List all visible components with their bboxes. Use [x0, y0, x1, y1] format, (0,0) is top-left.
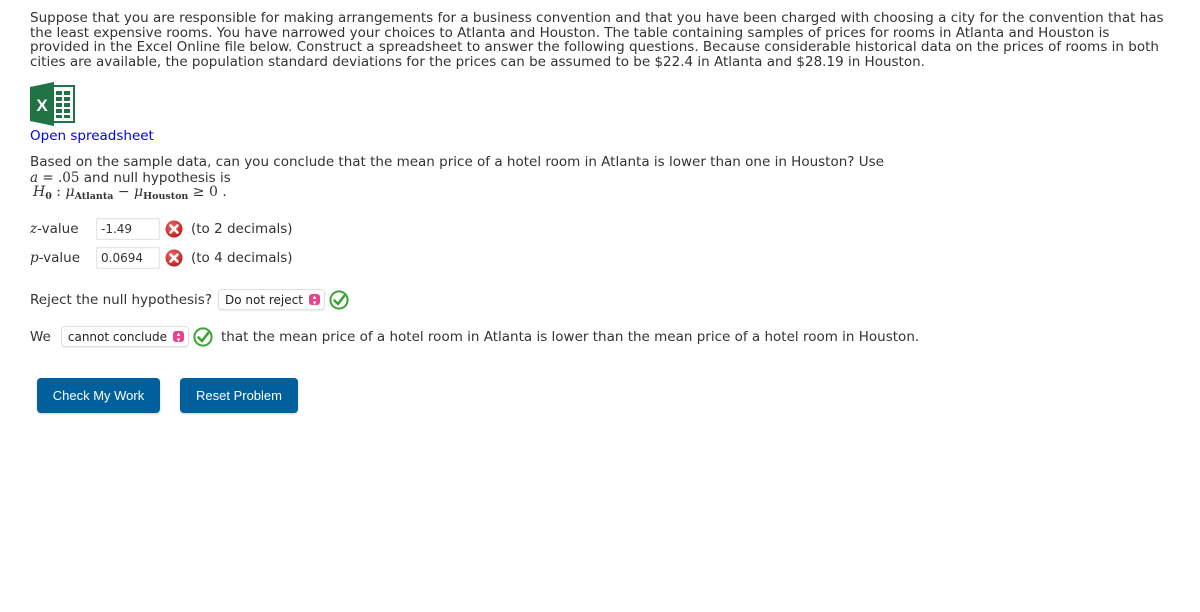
z-value-label: z-value — [30, 221, 79, 237]
reset-problem-button[interactable]: Reset Problem — [180, 378, 298, 413]
reject-prompt: Reject the null hypothesis? — [30, 291, 213, 308]
null-hypothesis: H0 : μAtlanta − μHouston ≥ 0 . — [33, 184, 227, 202]
incorrect-x-icon — [165, 249, 183, 267]
svg-text:X: X — [36, 96, 48, 115]
reject-row: Reject the null hypothesis? Do not rejec… — [30, 289, 357, 310]
conclusion-select-value: cannot conclude — [67, 329, 167, 344]
open-spreadsheet-link[interactable]: Open spreadsheet — [30, 128, 154, 144]
correct-check-icon — [193, 326, 213, 347]
check-my-work-button[interactable]: Check My Work — [37, 378, 160, 413]
updown-chevron-icon: ▴ ▾ — [172, 331, 184, 343]
z-value-row: z-value (to 2 decimals) — [30, 218, 293, 240]
correct-check-icon — [329, 289, 349, 310]
p-value-label: p-value — [30, 250, 81, 266]
z-value-hint: (to 2 decimals) — [191, 221, 293, 237]
conclusion-suffix: that the mean price of a hotel room in A… — [220, 328, 920, 345]
conclusion-select[interactable]: cannot conclude ▴ ▾ — [60, 326, 189, 347]
question-text: Based on the sample data, can you conclu… — [30, 154, 884, 170]
z-value-input[interactable] — [96, 218, 160, 240]
reject-select[interactable]: Do not reject ▴ ▾ — [218, 289, 325, 310]
problem-statement: Suppose that you are responsible for mak… — [30, 10, 1164, 70]
excel-icon[interactable]: X — [30, 82, 78, 126]
p-value-hint: (to 4 decimals) — [191, 250, 293, 266]
updown-chevron-icon: ▴ ▾ — [308, 294, 320, 306]
incorrect-x-icon — [165, 220, 183, 238]
conclusion-row: We cannot conclude ▴ ▾ that the mean pric… — [30, 326, 919, 347]
p-value-input[interactable] — [96, 247, 160, 269]
conclusion-prefix: We — [30, 328, 51, 345]
p-value-row: p-value (to 4 decimals) — [30, 247, 293, 269]
reject-select-value: Do not reject — [225, 292, 303, 307]
